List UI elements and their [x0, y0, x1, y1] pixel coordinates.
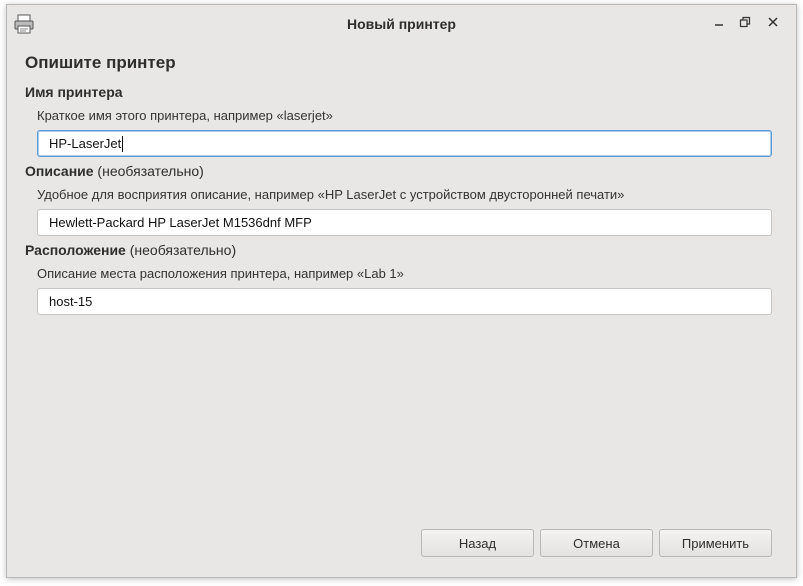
description-input[interactable]: Hewlett-Packard HP LaserJet M1536dnf MFP: [37, 209, 772, 236]
printer-name-input[interactable]: HP-LaserJet: [37, 130, 772, 157]
printer-name-hint: Краткое имя этого принтера, например «la…: [37, 108, 333, 123]
description-value: Hewlett-Packard HP LaserJet M1536dnf MFP: [49, 215, 312, 230]
location-hint: Описание места расположения принтера, на…: [37, 266, 404, 281]
minimize-icon: [713, 15, 725, 33]
window-title: Новый принтер: [347, 16, 456, 32]
minimize-button[interactable]: [710, 15, 728, 33]
location-label-text: Расположение: [25, 242, 126, 258]
maximize-button[interactable]: [736, 15, 754, 33]
back-button[interactable]: Назад: [421, 529, 534, 557]
printer-name-label: Имя принтера: [25, 84, 123, 100]
apply-button[interactable]: Применить: [659, 529, 772, 557]
close-button[interactable]: [764, 15, 782, 33]
printer-name-label-text: Имя принтера: [25, 84, 123, 100]
close-icon: [767, 15, 779, 33]
dialog-window: Новый принтер Опишите принтер Имя принте…: [6, 4, 797, 578]
description-label: Описание (необязательно): [25, 163, 204, 179]
location-value: host-15: [49, 294, 93, 309]
description-optional-text: (необязательно): [93, 163, 204, 179]
description-label-text: Описание: [25, 163, 94, 179]
location-optional-text: (необязательно): [125, 242, 237, 258]
cancel-button[interactable]: Отмена: [540, 529, 653, 557]
text-caret: [122, 135, 124, 152]
maximize-icon: [739, 15, 751, 33]
location-label: Расположение (необязательно): [25, 242, 236, 258]
location-input[interactable]: host-15: [37, 288, 772, 315]
printer-name-value: HP-LaserJet: [49, 136, 122, 151]
page-heading: Опишите принтер: [25, 53, 176, 72]
description-hint: Удобное для восприятия описание, наприме…: [37, 187, 625, 202]
title-bar[interactable]: Новый принтер: [7, 5, 796, 43]
